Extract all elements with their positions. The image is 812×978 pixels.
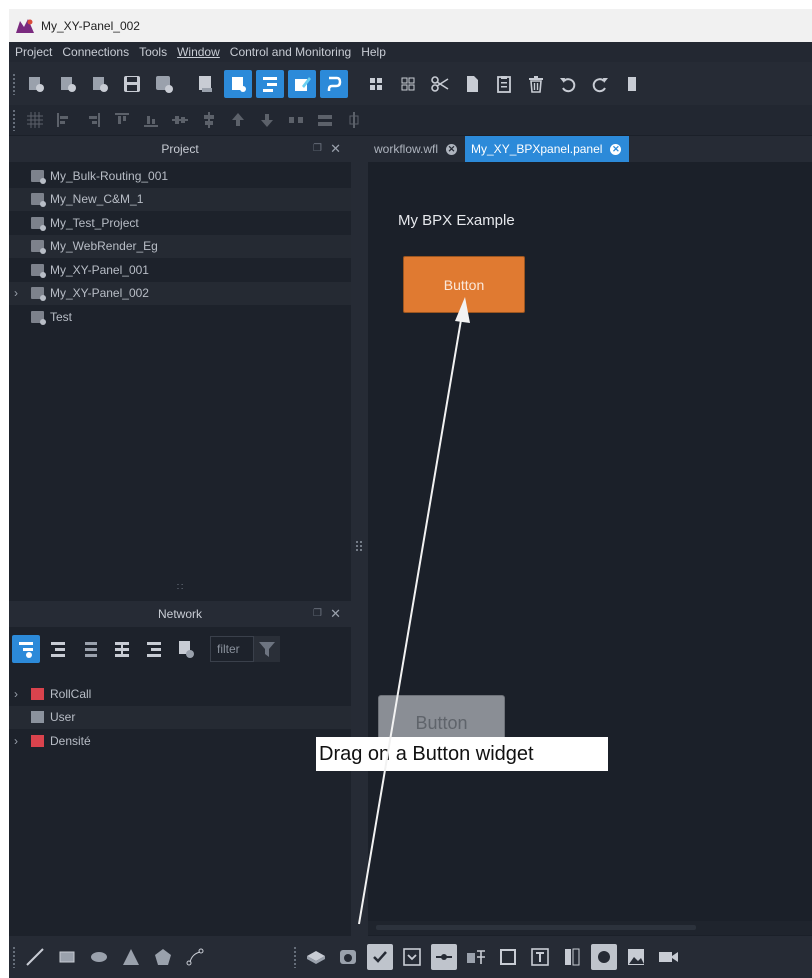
application-window: My_XY-Panel_002 Project Connections Tool… [9, 9, 812, 978]
drag-arrow [358, 297, 470, 925]
